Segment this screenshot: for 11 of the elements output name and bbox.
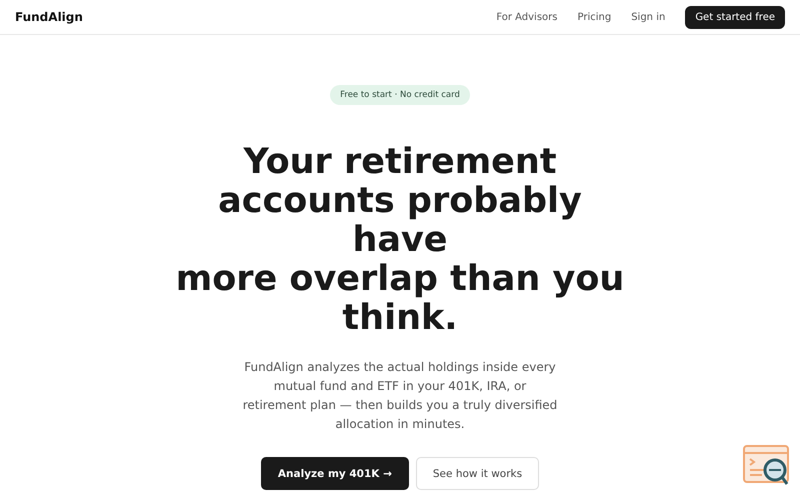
- analyze-button[interactable]: Analyze my 401K →: [260, 457, 409, 490]
- nav-link[interactable]: Pricing: [577, 12, 612, 22]
- headline: Your retirement accounts probably have more overlap than you think.: [176, 143, 624, 338]
- browser-search-icon[interactable]: [742, 444, 792, 488]
- nav-link[interactable]: Sign in: [631, 12, 666, 22]
- badge: Free to start · No credit card: [330, 85, 470, 105]
- logo: FundAlign: [15, 10, 83, 24]
- description: FundAlign analyzes the actual holdings inside every mutual fund and ETF in your 401K, IRA, or retirement plan — then builds you a truly diversified allocation in minutes.: [242, 359, 558, 433]
- nav-link[interactable]: For Advisors: [496, 12, 558, 22]
- how-it-works-button[interactable]: See how it works: [416, 457, 540, 490]
- get-started-button[interactable]: Get started free: [685, 6, 785, 28]
